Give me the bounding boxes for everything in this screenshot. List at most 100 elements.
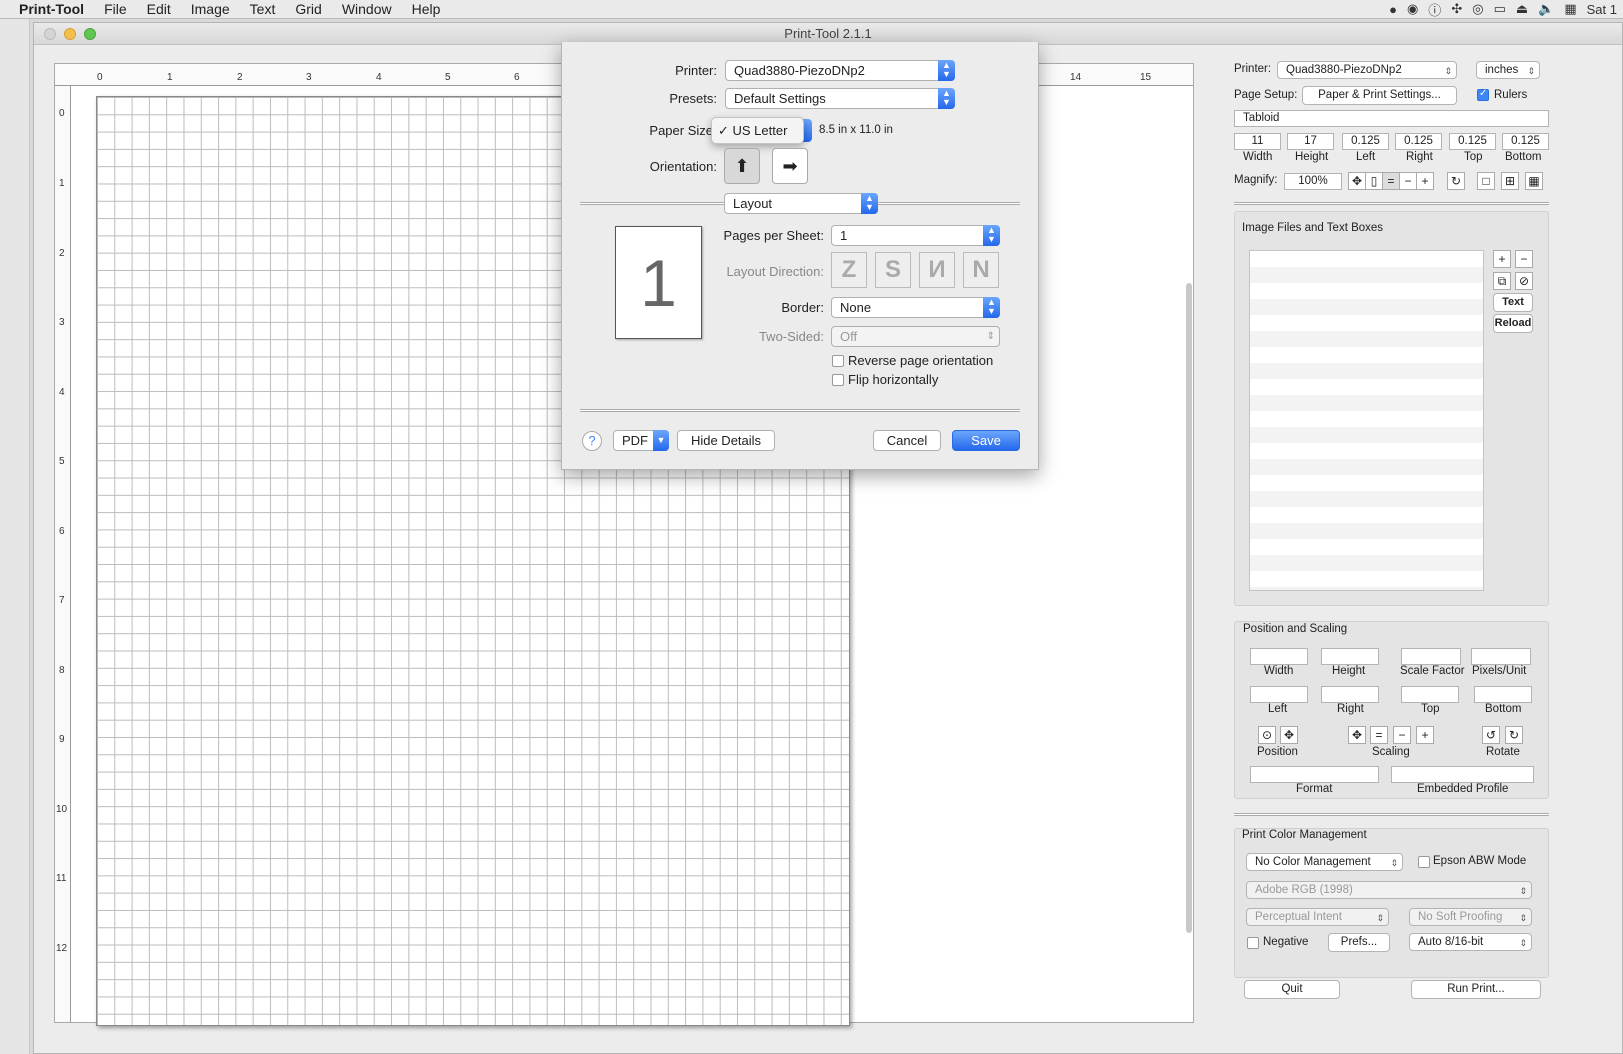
reverse-orientation-checkbox[interactable]	[832, 355, 844, 367]
help-icon[interactable]: ?	[582, 431, 602, 451]
portrait-icon[interactable]: ⬆	[724, 148, 760, 184]
pixels-unit-field[interactable]	[1471, 648, 1531, 665]
clock[interactable]: Sat 1	[1587, 2, 1617, 17]
image-list[interactable]	[1249, 250, 1484, 591]
bottom-margin-field[interactable]: 0.125	[1502, 133, 1549, 150]
pos-bottom-field[interactable]	[1474, 686, 1532, 703]
grow-icon[interactable]: +	[1416, 726, 1434, 744]
rulers-checkbox[interactable]	[1477, 88, 1489, 101]
pdf-button[interactable]: PDF ▼	[613, 430, 669, 451]
hide-details-button[interactable]: Hide Details	[677, 430, 775, 451]
menu-app[interactable]: Print-Tool	[0, 0, 94, 19]
zoom-in-icon[interactable]: +	[1416, 172, 1434, 190]
menu-file[interactable]: File	[94, 0, 137, 19]
clear-icon[interactable]: ⊘	[1515, 272, 1533, 290]
scrollbar[interactable]	[1186, 283, 1192, 933]
direction-n-icon[interactable]: N	[963, 252, 999, 288]
remove-icon[interactable]: −	[1515, 250, 1533, 268]
left-margin-field[interactable]: 0.125	[1342, 133, 1389, 150]
menu-help[interactable]: Help	[402, 0, 451, 19]
rotate-left-icon[interactable]: ↺	[1482, 726, 1500, 744]
menu-window[interactable]: Window	[332, 0, 402, 19]
text-button[interactable]: Text	[1493, 293, 1533, 312]
refresh-icon[interactable]: ↻	[1447, 172, 1465, 190]
two-sided-select[interactable]: Off ⇕	[831, 326, 1000, 347]
direction-n-reverse-icon[interactable]: И	[919, 252, 955, 288]
section-select[interactable]: Layout ▲ ▼	[724, 193, 878, 214]
paper-size-menu[interactable]: ✓ US Letter	[711, 117, 804, 144]
airplay-icon[interactable]: ▭	[1494, 1, 1506, 17]
run-print-button[interactable]: Run Print...	[1411, 980, 1541, 999]
center-icon[interactable]: ⊙	[1258, 726, 1276, 744]
quad-layout-icon[interactable]: ⊞	[1501, 172, 1519, 190]
duplicate-icon[interactable]: ⧉	[1493, 272, 1511, 290]
top-margin-field[interactable]: 0.125	[1449, 133, 1496, 150]
pos-width-field[interactable]	[1250, 648, 1308, 665]
pos-top-field[interactable]	[1401, 686, 1459, 703]
status-icon[interactable]: ●	[1389, 2, 1397, 17]
menu-image[interactable]: Image	[181, 0, 240, 19]
right-margin-field[interactable]: 0.125	[1395, 133, 1442, 150]
quit-button[interactable]: Quit	[1244, 980, 1340, 999]
magnify-field[interactable]: 100%	[1284, 173, 1342, 190]
prefs-button[interactable]: Prefs...	[1328, 933, 1390, 952]
pixels-unit-label: Pixels/Unit	[1472, 665, 1527, 677]
pos-left-field[interactable]	[1250, 686, 1308, 703]
border-select[interactable]: None ▲ ▼	[831, 297, 1000, 318]
page-setup-button[interactable]: Paper & Print Settings...	[1302, 86, 1457, 105]
menu-grid[interactable]: Grid	[285, 0, 331, 19]
height-field[interactable]: 17	[1287, 133, 1334, 150]
color-mgmt-group	[1234, 828, 1549, 978]
volume-icon[interactable]: 🔈	[1538, 1, 1554, 17]
shrink-icon[interactable]: −	[1393, 726, 1411, 744]
pages-per-sheet-select[interactable]: 1 ▲ ▼	[831, 225, 1000, 246]
scale-factor-field[interactable]	[1401, 648, 1461, 665]
single-layout-icon[interactable]: □	[1477, 172, 1495, 190]
landscape-icon[interactable]: ➡	[772, 148, 808, 184]
dialog-printer-select[interactable]: Quad3880-PiezoDNp2 ▲ ▼	[725, 60, 955, 81]
rotate-right-icon[interactable]: ↻	[1505, 726, 1523, 744]
equal-icon[interactable]: =	[1370, 726, 1388, 744]
intent-select[interactable]: Perceptual Intent ⇕	[1246, 908, 1389, 926]
negative-checkbox[interactable]	[1247, 937, 1259, 949]
vertical-ruler: 0 1 2 3 4 5 6 7 8 9 10 11 12	[55, 86, 71, 1022]
printer-select[interactable]: Quad3880-PiezoDNp2 ⇕	[1277, 61, 1457, 79]
width-field[interactable]: 11	[1234, 133, 1281, 150]
add-icon[interactable]: +	[1493, 250, 1511, 268]
flag-icon[interactable]: ▦	[1564, 1, 1576, 17]
close-icon[interactable]	[44, 28, 56, 40]
profile-select[interactable]: Adobe RGB (1998) ⇕	[1246, 881, 1532, 899]
reload-button[interactable]: Reload	[1493, 314, 1533, 333]
paper-name-field[interactable]: Tabloid	[1234, 110, 1549, 127]
fit-icon[interactable]: ✥	[1348, 726, 1366, 744]
equal-icon[interactable]: =	[1382, 172, 1400, 190]
page-icon[interactable]: ▯	[1365, 172, 1383, 190]
direction-s-icon[interactable]: S	[875, 252, 911, 288]
zoom-out-icon[interactable]: −	[1399, 172, 1417, 190]
status-icon[interactable]: ◉	[1407, 1, 1418, 17]
zoom-icon[interactable]	[84, 28, 96, 40]
flip-horizontal-checkbox[interactable]	[832, 374, 844, 386]
menu-edit[interactable]: Edit	[137, 0, 181, 19]
cancel-button[interactable]: Cancel	[873, 430, 941, 451]
units-select[interactable]: inches ⇕	[1476, 61, 1540, 79]
pos-right-field[interactable]	[1321, 686, 1379, 703]
pos-height-field[interactable]	[1321, 648, 1379, 665]
presets-select[interactable]: Default Settings ▲ ▼	[725, 88, 955, 109]
soft-proof-select[interactable]: No Soft Proofing ⇕	[1409, 908, 1532, 926]
color-management-select[interactable]: No Color Management ⇕	[1246, 853, 1403, 871]
sync-icon[interactable]: ◎	[1472, 1, 1483, 17]
bit-depth-select[interactable]: Auto 8/16-bit ⇕	[1409, 933, 1532, 951]
direction-z-icon[interactable]: Z	[831, 252, 867, 288]
move-icon[interactable]: ✥	[1280, 726, 1298, 744]
save-button[interactable]: Save	[952, 430, 1020, 451]
grid-layout-icon[interactable]: ▦	[1525, 172, 1543, 190]
epson-abw-checkbox[interactable]	[1418, 856, 1430, 868]
menu-text[interactable]: Text	[240, 0, 286, 19]
minimize-icon[interactable]	[64, 28, 76, 40]
move-icon[interactable]: ✥	[1348, 172, 1366, 190]
network-icon[interactable]: ✣	[1451, 1, 1462, 17]
scale-factor-label: Scale Factor	[1400, 665, 1465, 677]
alert-icon[interactable]: ⓘ	[1428, 0, 1441, 19]
eject-icon[interactable]: ⏏	[1516, 1, 1528, 17]
